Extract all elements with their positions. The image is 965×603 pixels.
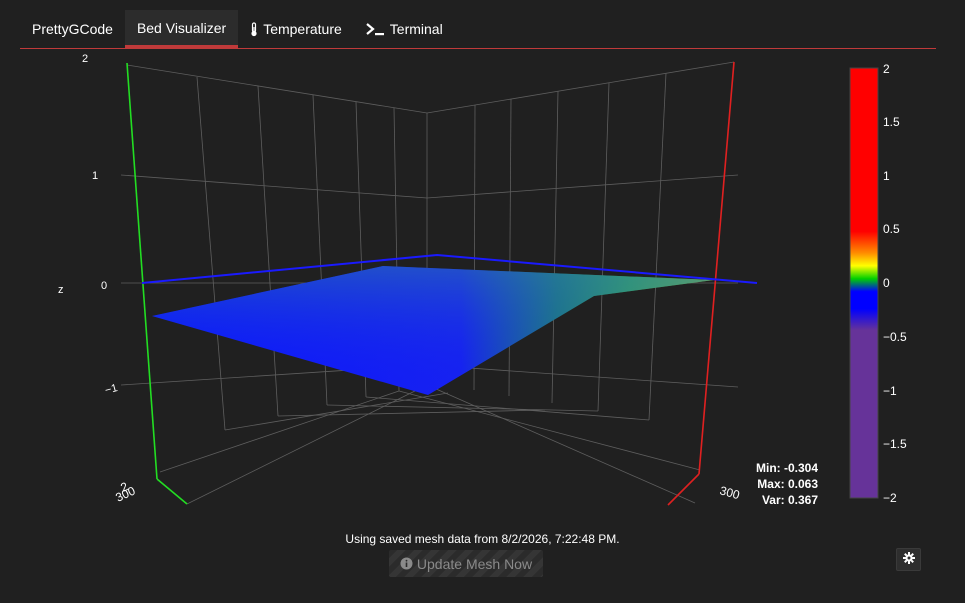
z-axis: z 2 1 0 −1 bbox=[58, 53, 119, 397]
colorbar-tick: −2 bbox=[883, 491, 897, 505]
mesh-max: Max: 0.063 bbox=[757, 477, 818, 491]
gear-icon bbox=[902, 551, 915, 569]
mesh-surface-highlight bbox=[152, 266, 714, 395]
z-tick-label: 0 bbox=[101, 280, 107, 292]
settings-button[interactable] bbox=[896, 548, 921, 571]
z-tick-top: 2 bbox=[82, 53, 88, 65]
y-axis-line bbox=[126, 62, 158, 480]
colorbar-tick: 1.5 bbox=[883, 115, 900, 129]
update-mesh-label: Update Mesh Now bbox=[416, 555, 533, 572]
x-axis-foot bbox=[667, 473, 700, 506]
colorbar-tick: −1 bbox=[883, 384, 897, 398]
bed-mesh-3d-plot[interactable]: z 2 1 0 −1 2 300 300 2 1.5 1 0.5 0 −0.5 … bbox=[0, 0, 965, 603]
colorbar-tick: 0.5 bbox=[883, 222, 900, 236]
right-corner-label-300: 300 bbox=[718, 483, 741, 502]
y-axis-foot bbox=[156, 478, 188, 505]
z-tick-label: −1 bbox=[104, 382, 119, 397]
colorbar-gradient bbox=[849, 67, 879, 499]
z-axis-title: z bbox=[58, 284, 64, 296]
info-circle-icon bbox=[400, 557, 413, 570]
z-tick-label: 1 bbox=[92, 170, 98, 182]
left-corner-label-300: 300 bbox=[113, 483, 137, 504]
mesh-stats: Min: -0.304 Max: 0.063 Var: 0.367 bbox=[748, 460, 818, 508]
colorbar-tick: 0 bbox=[883, 276, 890, 290]
mesh-status-message: Using saved mesh data from 8/2/2026, 7:2… bbox=[345, 532, 620, 546]
colorbar-tick: −1.5 bbox=[883, 437, 907, 451]
colorbar: 2 1.5 1 0.5 0 −0.5 −1 −1.5 −2 bbox=[849, 62, 907, 505]
colorbar-tick: 1 bbox=[883, 169, 890, 183]
x-corner-labels: 2 300 300 bbox=[113, 479, 741, 505]
colorbar-tick: −0.5 bbox=[883, 330, 907, 344]
x-axis-line bbox=[698, 61, 735, 475]
mesh-min: Min: -0.304 bbox=[755, 461, 818, 475]
mesh-var: Var: 0.367 bbox=[761, 493, 818, 507]
update-mesh-button[interactable]: Update Mesh Now bbox=[389, 550, 543, 577]
colorbar-tick: 2 bbox=[883, 62, 890, 76]
